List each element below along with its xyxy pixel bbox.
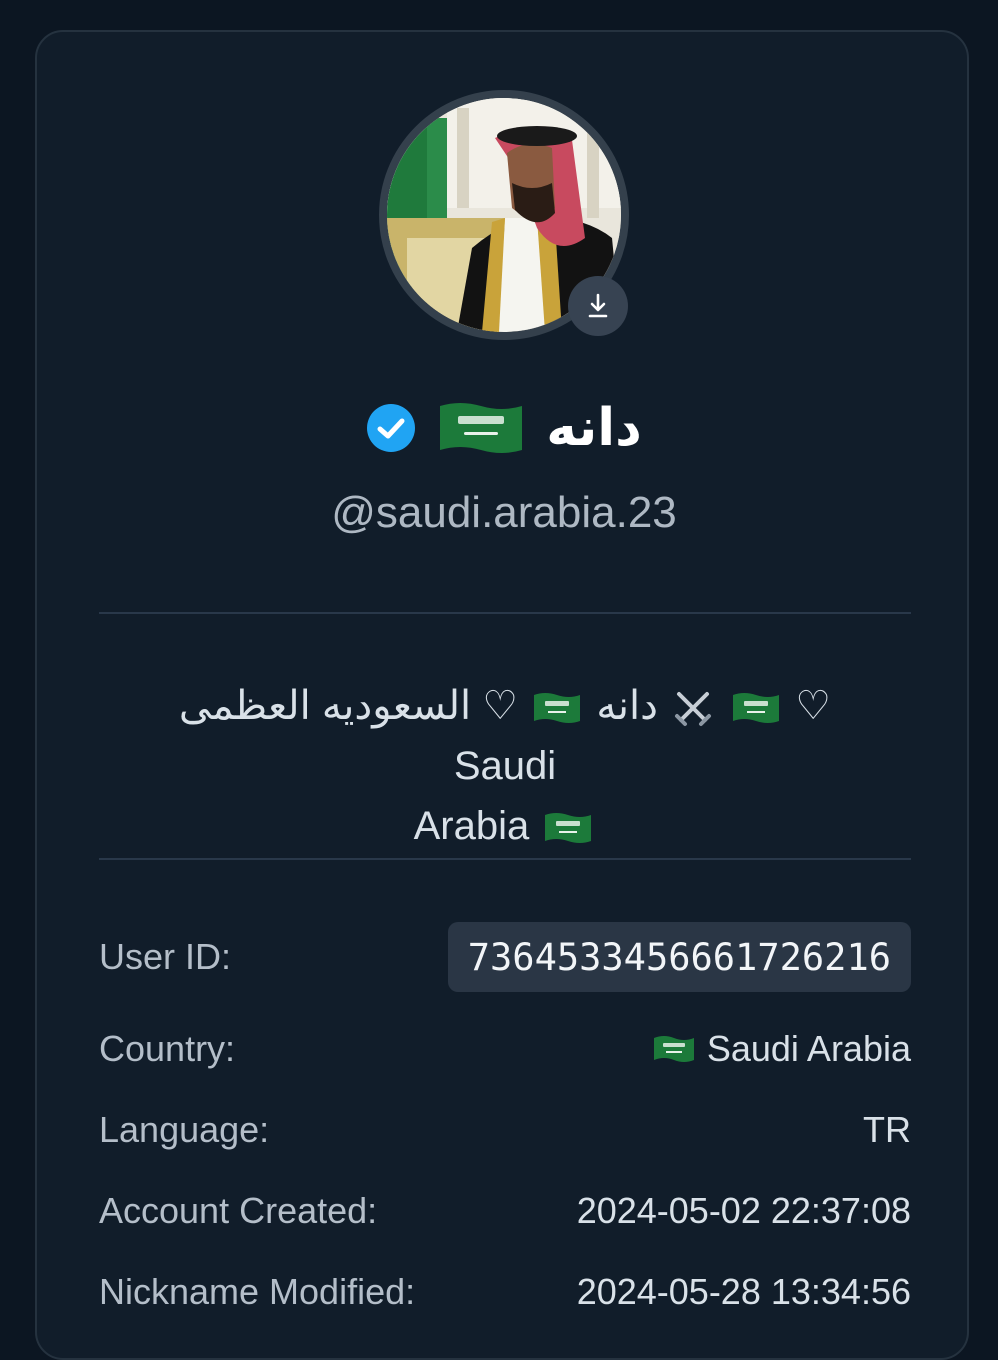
nickname-modified-label: Nickname Modified: [99,1271,416,1312]
bio-latin-1: Saudi [453,744,557,788]
display-name: دانه [546,398,642,458]
country-value: Saudi Arabia [706,1028,911,1069]
download-avatar-button[interactable] [568,276,628,336]
verified-badge-icon [367,404,416,452]
username: @saudi.arabia.23 [331,488,677,537]
bio-heart-2: ♡ [482,684,519,728]
country-row: Country: Saudi Arabia [99,1014,911,1084]
saudi-flag-icon [733,693,780,724]
bio-latin-2: Arabia [413,804,530,848]
bio-line-1: دانه ♡ السعوديه العظمى ♡ Saudi [129,676,881,796]
nickname-modified-row: Nickname Modified: 2024-05-28 13:34:56 [99,1257,911,1327]
avatar-container [379,90,629,340]
nickname-modified-value: 2024-05-28 13:34:56 [576,1271,911,1312]
country-label: Country: [99,1028,236,1069]
download-icon [588,293,608,318]
account-created-row: Account Created: 2024-05-02 22:37:08 [99,1176,911,1246]
divider-top [99,612,911,614]
bio-arabic-1: السعوديه العظمى [178,684,472,728]
saudi-flag-icon [545,813,592,844]
crossed-swords-icon [675,692,712,727]
user-id-row: User ID: 7364533456661726216 [99,922,911,992]
display-name-row: دانه [37,392,971,464]
saudi-flag-icon [440,403,523,453]
profile-card: دانه @saudi.arabia.23 دانه ♡ السعوديه ال… [35,30,969,1360]
language-label: Language: [99,1109,270,1150]
language-value: TR [863,1109,911,1150]
bio: دانه ♡ السعوديه العظمى ♡ Saudi Arabia [129,676,881,856]
country-value-wrap: Saudi Arabia [653,1028,911,1070]
divider-bottom [99,858,911,860]
saudi-flag-icon [653,1036,694,1062]
user-id-label: User ID: [99,936,232,977]
bio-arabic-2: دانه [596,684,658,728]
user-id-value[interactable]: 7364533456661726216 [447,922,911,992]
bio-heart-1: ♡ [795,684,832,728]
account-created-value: 2024-05-02 22:37:08 [576,1190,911,1231]
bio-line-2: Arabia [129,796,881,856]
language-row: Language: TR [99,1095,911,1165]
saudi-flag-icon [534,693,581,724]
account-created-label: Account Created: [99,1190,378,1231]
